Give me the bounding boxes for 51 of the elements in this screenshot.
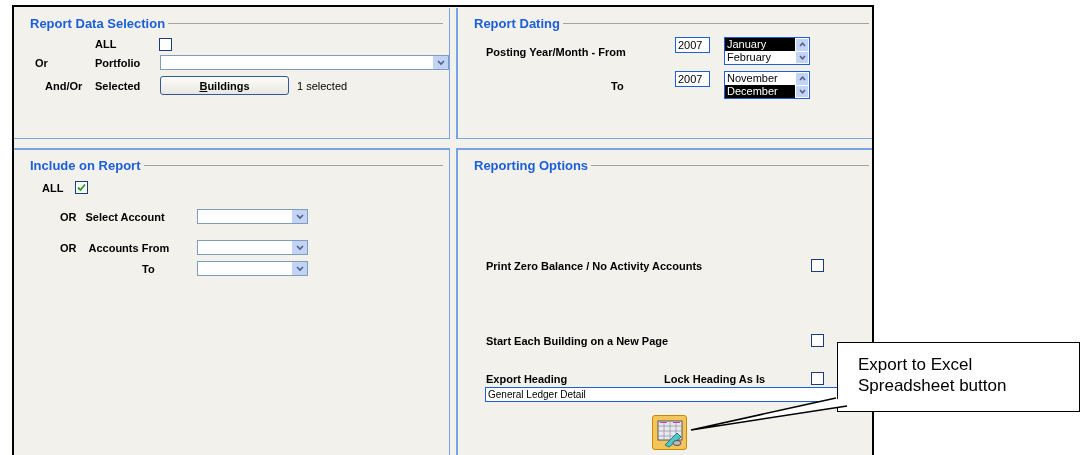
- section-title: Reporting Options: [474, 158, 589, 173]
- callout-box: Export to Excel Spreadsheet button: [837, 342, 1080, 412]
- checkmark-icon: [77, 183, 87, 192]
- label: OR: [60, 210, 77, 223]
- chevron-up-icon[interactable]: [798, 42, 806, 48]
- label: Selected: [95, 79, 142, 92]
- chevron-down-icon[interactable]: [798, 54, 806, 60]
- list-item[interactable]: January: [725, 38, 795, 51]
- label: Posting Year/Month - From: [486, 46, 627, 58]
- chevron-down-icon[interactable]: [295, 244, 304, 251]
- month-listbox[interactable]: November December: [724, 71, 810, 99]
- month-listbox[interactable]: January February: [724, 37, 810, 65]
- section-title: Report Data Selection: [30, 16, 166, 31]
- chevron-down-icon[interactable]: [295, 265, 304, 272]
- section-title: Include on Report: [30, 158, 141, 173]
- label: Or: [34, 56, 49, 69]
- list-item[interactable]: February: [725, 51, 795, 64]
- checkbox[interactable]: [811, 372, 824, 385]
- status-text: 1 selected: [297, 79, 348, 92]
- buildings-button[interactable]: Buildings: [160, 76, 289, 95]
- chevron-down-icon[interactable]: [436, 59, 445, 66]
- label: Accounts From: [88, 241, 170, 254]
- label: Select Account: [85, 210, 165, 223]
- dropdown[interactable]: [197, 240, 308, 255]
- chevron-down-icon[interactable]: [798, 88, 806, 94]
- section-title: Report Dating: [474, 16, 560, 31]
- checkbox[interactable]: [811, 259, 824, 272]
- checkbox[interactable]: [75, 181, 89, 194]
- chevron-up-icon[interactable]: [798, 76, 806, 82]
- label: Export Heading: [486, 372, 569, 385]
- checkbox[interactable]: [159, 37, 172, 51]
- label: To: [142, 262, 155, 275]
- export-button[interactable]: [652, 415, 687, 450]
- year-field[interactable]: 2007: [675, 71, 710, 87]
- list-item[interactable]: November: [725, 72, 795, 85]
- label: ALL: [42, 181, 64, 194]
- checkbox[interactable]: [811, 334, 824, 347]
- label: OR: [60, 241, 77, 254]
- list-item[interactable]: December: [725, 85, 795, 98]
- label: Print Zero Balance / No Activity Accounts: [486, 259, 704, 272]
- label: Start Each Building on a New Page: [486, 334, 670, 347]
- label: To: [610, 80, 625, 92]
- spreadsheet-icon: [654, 417, 685, 448]
- dropdown[interactable]: [197, 209, 308, 224]
- chevron-down-icon[interactable]: [295, 213, 304, 220]
- dropdown[interactable]: [197, 261, 308, 276]
- label: ALL: [95, 38, 118, 50]
- label: Lock Heading As Is: [664, 372, 767, 385]
- year-field[interactable]: 2007: [675, 37, 710, 53]
- label: Portfolio: [95, 56, 142, 69]
- label: And/Or: [44, 79, 84, 92]
